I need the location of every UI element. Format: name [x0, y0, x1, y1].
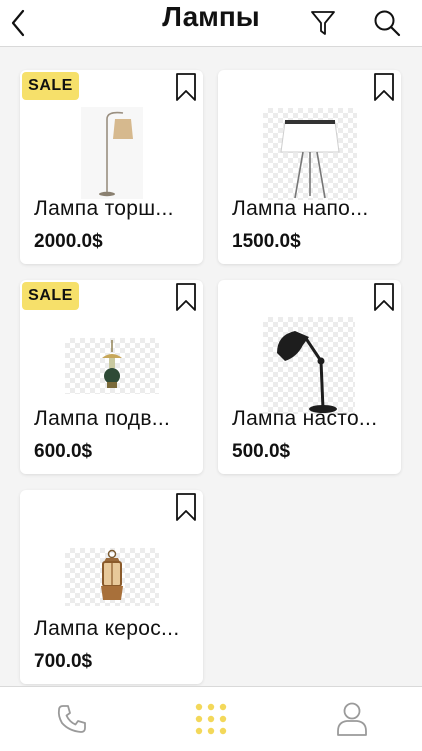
product-card[interactable]: SALE Лампа торш... 2000.0$	[20, 70, 203, 264]
product-card[interactable]: SALE Лампа подв... 600.0$	[20, 280, 203, 474]
product-card[interactable]: Лампа насто... 500.0$	[218, 280, 401, 474]
filter-button[interactable]	[304, 0, 342, 46]
tab-phone[interactable]	[40, 687, 104, 751]
desk-lamp-image	[263, 317, 355, 414]
bookmark-icon[interactable]	[175, 282, 197, 312]
product-price: 600.0$	[34, 441, 93, 462]
grid-icon	[195, 703, 227, 735]
bookmark-icon[interactable]	[175, 492, 197, 522]
product-name: Лампа насто...	[232, 407, 378, 430]
desk-lamp-icon	[277, 331, 337, 413]
tripod-lamp-image	[263, 108, 357, 200]
search-button[interactable]	[366, 0, 408, 46]
phone-icon	[57, 705, 86, 733]
kerosene-lamp-icon	[101, 549, 123, 600]
product-name: Лампа подв...	[34, 407, 171, 430]
product-card[interactable]: Лампа напо... 1500.0$	[218, 70, 401, 264]
search-icon	[374, 10, 401, 37]
user-icon	[337, 702, 367, 736]
product-name: Лампа торш...	[34, 197, 174, 220]
floor-lamp-icon	[99, 111, 133, 197]
kerosene-lamp-image	[65, 548, 159, 606]
product-price: 1500.0$	[232, 231, 301, 252]
product-price: 2000.0$	[34, 231, 103, 252]
sale-badge: SALE	[22, 72, 79, 100]
sale-badge: SALE	[22, 282, 79, 310]
bookmark-icon[interactable]	[373, 72, 395, 102]
bookmark-icon[interactable]	[373, 282, 395, 312]
product-name: Лампа керос...	[34, 617, 180, 640]
filter-icon	[311, 11, 335, 35]
tab-catalog[interactable]	[179, 687, 243, 751]
page-title: Лампы	[162, 1, 260, 32]
bookmark-icon[interactable]	[175, 72, 197, 102]
back-button[interactable]	[0, 0, 36, 46]
chevron-left-icon	[11, 9, 25, 37]
product-price: 500.0$	[232, 441, 291, 462]
floor-lamp-image	[81, 107, 143, 199]
pendant-lamp-image	[65, 338, 159, 394]
tab-profile[interactable]	[320, 687, 384, 751]
product-price: 700.0$	[34, 651, 93, 672]
tripod-lamp-icon	[280, 120, 340, 199]
product-name: Лампа напо...	[232, 197, 369, 220]
bottom-tab-bar	[0, 686, 422, 751]
top-bar: Лампы	[0, 0, 422, 47]
pendant-lamp-icon	[102, 340, 122, 388]
product-card[interactable]: Лампа керос... 700.0$	[20, 490, 203, 684]
